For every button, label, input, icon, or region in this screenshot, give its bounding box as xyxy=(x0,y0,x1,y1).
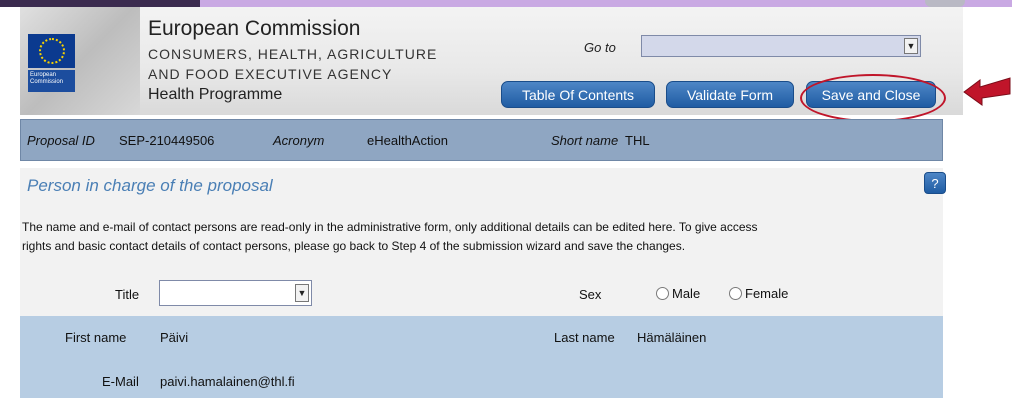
window-top-strip-tab xyxy=(925,0,965,7)
last-name-value: Hämäläinen xyxy=(637,330,707,345)
contact-details-panel xyxy=(20,316,943,398)
acronym-label: Acronym xyxy=(273,133,325,148)
sex-option-male[interactable]: Male xyxy=(656,286,700,301)
male-radio-label: Male xyxy=(672,286,701,301)
help-button[interactable]: ? xyxy=(924,172,946,194)
annotation-arrow-icon xyxy=(963,77,1011,106)
agency-name-line1: CONSUMERS, HEALTH, AGRICULTURE xyxy=(148,46,438,62)
section-title: Person in charge of the proposal xyxy=(27,176,273,195)
proposal-info-bar: Proposal ID SEP-210449506 Acronym eHealt… xyxy=(20,119,943,161)
commission-title: European Commission xyxy=(148,17,361,40)
notice-line-1: The name and e-mail of contact persons a… xyxy=(22,220,758,234)
chevron-down-icon[interactable]: ▼ xyxy=(295,284,309,302)
short-name-value: THL xyxy=(625,133,650,148)
last-name-label: Last name xyxy=(554,330,615,345)
sex-label: Sex xyxy=(579,287,602,302)
chevron-down-icon[interactable]: ▼ xyxy=(904,38,918,54)
proposal-id-value: SEP-210449506 xyxy=(119,133,215,148)
email-value: paivi.hamalainen@thl.fi xyxy=(160,374,295,389)
sex-option-female[interactable]: Female xyxy=(729,286,788,301)
goto-label: Go to xyxy=(584,40,616,55)
ec-logo-label: European Commission xyxy=(28,70,75,92)
acronym-value: eHealthAction xyxy=(367,133,448,148)
female-radio[interactable] xyxy=(729,287,742,300)
title-label: Title xyxy=(115,287,140,302)
first-name-label: First name xyxy=(65,330,127,345)
title-select[interactable]: ▼ xyxy=(159,280,312,306)
notice-line-2: rights and basic contact details of cont… xyxy=(22,239,686,253)
male-radio[interactable] xyxy=(656,287,669,300)
programme-name: Health Programme xyxy=(148,86,283,103)
agency-name-line2: AND FOOD EXECUTIVE AGENCY xyxy=(148,66,393,82)
annotation-ellipse xyxy=(800,74,946,122)
section-notice: The name and e-mail of contact persons a… xyxy=(22,218,943,256)
proposal-id-label: Proposal ID xyxy=(27,133,95,148)
eu-flag-icon xyxy=(28,34,75,68)
validate-form-button[interactable]: Validate Form xyxy=(666,81,794,108)
email-label: E-Mail xyxy=(102,374,139,389)
table-of-contents-button[interactable]: Table Of Contents xyxy=(501,81,655,108)
short-name-label: Short name xyxy=(551,133,619,148)
window-top-strip-left xyxy=(0,0,200,7)
female-radio-label: Female xyxy=(745,286,789,301)
first-name-value: Päivi xyxy=(160,330,189,345)
goto-select[interactable]: ▼ xyxy=(641,35,921,57)
